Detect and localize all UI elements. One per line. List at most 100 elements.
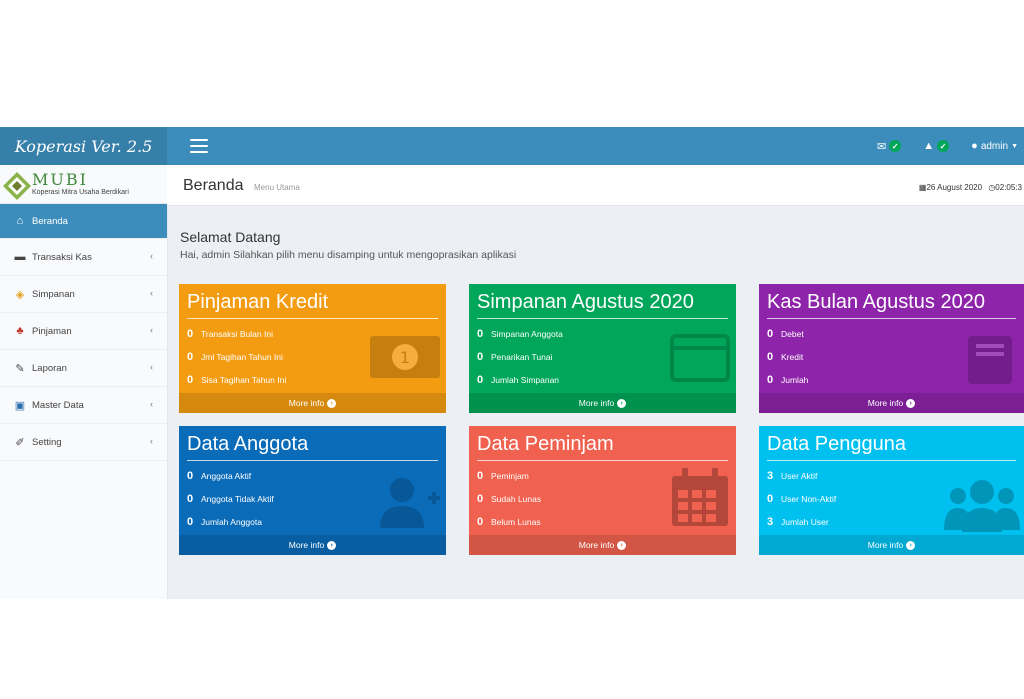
row-label: User Non-Aktif — [781, 493, 837, 504]
row-value: 0 — [187, 515, 194, 528]
box-row: 3 User Aktif — [767, 464, 836, 487]
alerts-button[interactable]: ▲ ✓ — [923, 140, 950, 152]
user-menu-button[interactable]: ● admin ▼ — [971, 140, 1018, 152]
row-value: 0 — [187, 350, 194, 363]
database-icon: ▣ — [14, 399, 26, 412]
logo-subtitle: Koperasi Mitra Usaha Berdikari — [32, 188, 129, 196]
warning-icon: ▲ — [923, 140, 935, 152]
more-info-link[interactable]: More info › — [469, 535, 736, 555]
row-value: 3 — [767, 469, 774, 482]
arrow-right-icon: › — [327, 540, 337, 550]
sidebar-item-setting[interactable]: ✐ Setting ‹ — [0, 424, 167, 461]
more-info-link[interactable]: More info › — [179, 535, 446, 555]
top-navbar: Koperasi Ver. 2.5 ✉ ✓ ▲ ✓ ● admin ▼ — [0, 127, 1024, 165]
date-text: 26 August 2020 — [926, 183, 983, 192]
time-text: 02:05:3 — [995, 183, 1022, 192]
box-title: Simpanan Agustus 2020 — [477, 291, 694, 313]
box-simpanan: Simpanan Agustus 2020 0 Simpanan Anggota … — [469, 284, 736, 413]
box-row: 0 User Non-Aktif — [767, 487, 836, 510]
welcome-title: Selamat Datang — [180, 229, 281, 245]
box-title: Kas Bulan Agustus 2020 — [767, 291, 985, 313]
logo-title: MUBI — [32, 169, 88, 189]
page-title: Beranda — [183, 177, 244, 194]
box-row: 0 Penarikan Tunai — [477, 345, 563, 368]
more-info-label: More info — [867, 540, 904, 550]
sidebar-item-beranda[interactable]: ⌂ Beranda — [0, 204, 167, 239]
row-label: Anggota Tidak Aktif — [201, 493, 274, 504]
row-label: Jml Tagihan Tahun Ini — [201, 351, 283, 362]
sidebar-item-laporan[interactable]: ✎ Laporan ‹ — [0, 350, 167, 387]
box-title: Data Anggota — [187, 433, 309, 455]
sidebar-item-simpanan[interactable]: ◈ Simpanan ‹ — [0, 276, 167, 313]
report-icon: ✎ — [15, 362, 25, 375]
more-info-label: More info — [867, 398, 904, 408]
arrow-right-icon: › — [906, 540, 916, 550]
user-plus-icon — [380, 478, 440, 528]
more-info-link[interactable]: More info › — [759, 535, 1024, 555]
arrow-right-icon: › — [327, 398, 337, 408]
row-value: 0 — [477, 350, 484, 363]
row-value: 0 — [477, 469, 484, 482]
row-value: 0 — [187, 327, 194, 340]
sidebar-item-label: Simpanan — [32, 288, 75, 300]
sidebar-item-label: Pinjaman — [32, 325, 72, 337]
row-label: Sisa Tagihan Tahun Ini — [201, 374, 287, 385]
row-label: Jumlah — [781, 374, 809, 385]
row-value: 0 — [187, 469, 194, 482]
sidebar-item-label: Master Data — [32, 399, 84, 411]
brand-title[interactable]: Koperasi Ver. 2.5 — [0, 127, 167, 165]
more-info-link[interactable]: More info › — [469, 393, 736, 413]
loan-icon: ♣ — [16, 325, 24, 337]
content-header: Beranda Menu Utama ▦26 August 2020 ◷02:0… — [167, 165, 1024, 206]
sidebar-toggle-button[interactable] — [190, 139, 208, 153]
sidebar: MUBI Koperasi Mitra Usaha Berdikari ⌂ Be… — [0, 165, 168, 599]
page-subtitle: Menu Utama — [254, 183, 300, 192]
row-value: 0 — [767, 350, 774, 363]
book-icon — [968, 336, 1012, 384]
sidebar-item-master-data[interactable]: ▣ Master Data ‹ — [0, 387, 167, 424]
navbar-right: ✉ ✓ ▲ ✓ ● admin ▼ — [877, 127, 1024, 165]
sidebar-item-label: Beranda — [32, 215, 68, 227]
caret-down-icon: ▼ — [1011, 142, 1018, 150]
arrow-right-icon: › — [617, 540, 627, 550]
box-title: Pinjaman Kredit — [187, 291, 329, 313]
chevron-left-icon: ‹ — [150, 362, 153, 372]
box-row: 0 Simpanan Anggota — [477, 322, 563, 345]
cash-icon: ▬ — [14, 251, 26, 263]
user-name: admin — [980, 140, 1009, 152]
box-row: 0 Jml Tagihan Tahun Ini — [187, 345, 286, 368]
box-kas: Kas Bulan Agustus 2020 0 Debet 0 Kredit 0J… — [759, 284, 1024, 413]
chevron-left-icon: ‹ — [150, 251, 153, 261]
box-row: 0 Jumlah Simpanan — [477, 368, 563, 391]
box-row: 0 Belum Lunas — [477, 510, 541, 533]
row-label: Debet — [781, 328, 804, 339]
sidebar-item-label: Setting — [32, 436, 62, 448]
messages-button[interactable]: ✉ ✓ — [877, 140, 902, 153]
arrow-right-icon: › — [617, 398, 627, 408]
more-info-label: More info — [578, 540, 615, 550]
box-title: Data Peminjam — [477, 433, 614, 455]
box-data-pengguna: Data Pengguna 3 User Aktif 0 User Non-Akti… — [759, 426, 1024, 555]
more-info-link[interactable]: More info › — [179, 393, 446, 413]
sidebar-item-transaksi-kas[interactable]: ▬ Transaksi Kas ‹ — [0, 239, 167, 276]
more-info-link[interactable]: More info › — [759, 393, 1024, 413]
wrench-icon: ✐ — [15, 436, 25, 449]
chevron-left-icon: ‹ — [150, 436, 153, 446]
app-window: Koperasi Ver. 2.5 ✉ ✓ ▲ ✓ ● admin ▼ MUBI… — [0, 127, 1024, 599]
check-badge-icon: ✓ — [889, 140, 902, 152]
arrow-right-icon: › — [906, 398, 916, 408]
row-value: 3 — [767, 515, 774, 528]
box-row: 3 Jumlah User — [767, 510, 836, 533]
row-label: Jumlah User — [781, 516, 829, 527]
row-value: 0 — [477, 492, 484, 505]
row-label: Penarikan Tunai — [491, 351, 553, 362]
sidebar-item-pinjaman[interactable]: ♣ Pinjaman ‹ — [0, 313, 167, 350]
envelope-icon: ✉ — [877, 140, 887, 153]
row-label: Simpanan Anggota — [491, 328, 563, 339]
row-value: 0 — [767, 492, 774, 505]
box-row: 0 Jumlah — [767, 368, 808, 391]
sidebar-item-label: Transaksi Kas — [32, 251, 92, 263]
row-value: 0 — [187, 373, 194, 386]
calendar-icon — [672, 468, 728, 526]
box-row: 0 Jumlah Anggota — [187, 510, 274, 533]
